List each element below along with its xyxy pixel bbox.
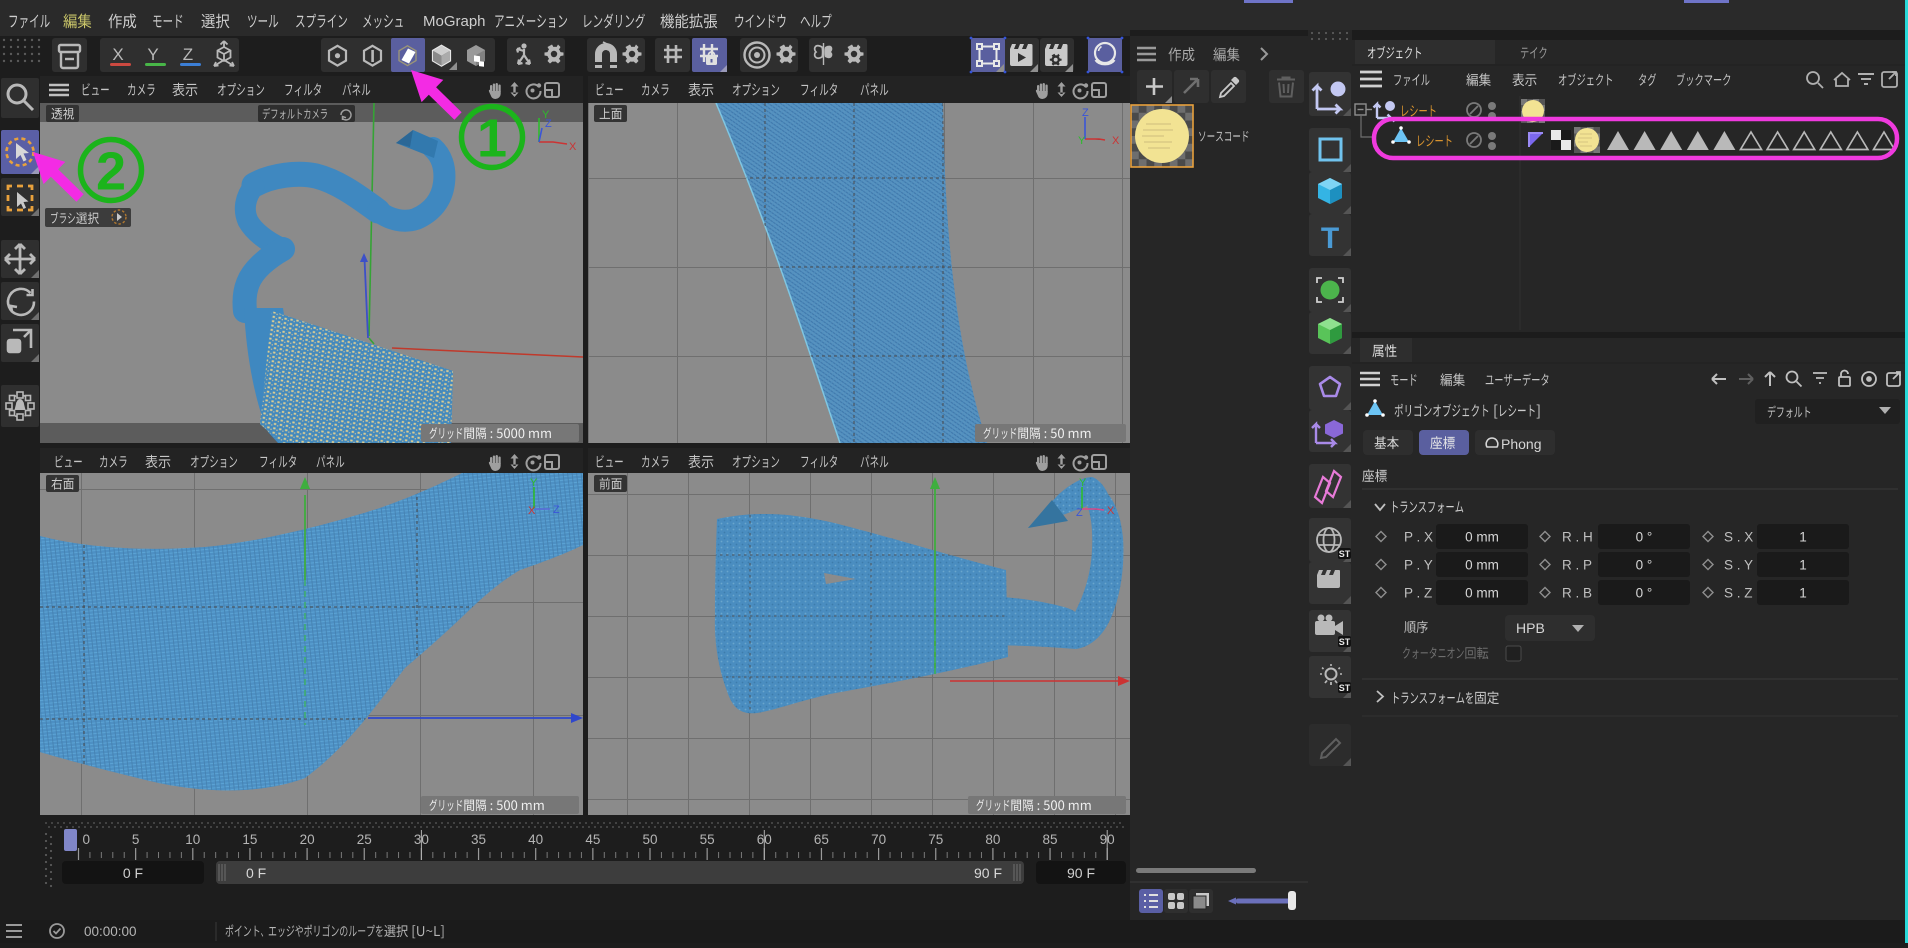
svg-text:X: X [569, 141, 577, 153]
svg-text:R . B: R . B [1562, 586, 1592, 601]
svg-text:0 °: 0 ° [1636, 558, 1653, 573]
svg-text:00:00:00: 00:00:00 [84, 924, 137, 939]
svg-text:Z: Z [1076, 507, 1083, 519]
svg-text:5: 5 [132, 832, 140, 847]
svg-text:50: 50 [642, 832, 657, 847]
svg-text:Z: Z [183, 45, 193, 64]
svg-text:10: 10 [185, 832, 200, 847]
svg-text:S . X: S . X [1724, 530, 1753, 545]
svg-text:S . Y: S . Y [1724, 558, 1753, 573]
svg-text:2: 2 [96, 142, 126, 202]
svg-text:1: 1 [1799, 558, 1807, 573]
svg-text:35: 35 [471, 832, 486, 847]
svg-text:X: X [1107, 505, 1115, 517]
svg-text:65: 65 [814, 832, 829, 847]
svg-text:0 mm: 0 mm [1465, 558, 1499, 573]
svg-text:ST: ST [1339, 683, 1351, 693]
svg-text:0 °: 0 ° [1636, 530, 1653, 545]
svg-text:1: 1 [1799, 530, 1807, 545]
svg-text:80: 80 [985, 832, 1000, 847]
svg-text:Z: Z [1082, 107, 1089, 119]
svg-text:X: X [112, 45, 123, 64]
svg-text:R . H: R . H [1562, 530, 1593, 545]
svg-text:75: 75 [928, 832, 943, 847]
svg-text:Y: Y [1079, 477, 1087, 489]
svg-text:S . Z: S . Z [1724, 586, 1753, 601]
svg-text:70: 70 [871, 832, 886, 847]
svg-text:90 F: 90 F [974, 865, 1002, 881]
svg-text:Y: Y [147, 45, 158, 64]
svg-text:Phong: Phong [1501, 436, 1541, 452]
svg-text:25: 25 [357, 832, 372, 847]
svg-text:P . Y: P . Y [1404, 558, 1433, 573]
svg-text:X: X [528, 505, 536, 517]
svg-text:X: X [1112, 135, 1120, 147]
svg-text:0 °: 0 ° [1636, 586, 1653, 601]
svg-text:90 F: 90 F [1067, 865, 1095, 881]
svg-text:ST: ST [1339, 549, 1351, 559]
svg-text:1: 1 [477, 109, 507, 169]
svg-text:90: 90 [1100, 832, 1115, 847]
svg-text:1: 1 [1799, 586, 1807, 601]
svg-text:HPB: HPB [1516, 620, 1545, 636]
svg-text:Z: Z [553, 504, 560, 516]
svg-text:20: 20 [300, 832, 315, 847]
svg-text:60: 60 [757, 832, 772, 847]
svg-text:0 F: 0 F [246, 865, 266, 881]
svg-text:0 mm: 0 mm [1465, 586, 1499, 601]
svg-text:R . P: R . P [1562, 558, 1592, 573]
svg-text:P . Z: P . Z [1404, 586, 1432, 601]
svg-text:0 F: 0 F [123, 865, 143, 881]
svg-text:ST: ST [1339, 637, 1351, 647]
svg-text:40: 40 [528, 832, 543, 847]
svg-text:85: 85 [1043, 832, 1058, 847]
svg-text:15: 15 [242, 832, 257, 847]
svg-text:MoGraph: MoGraph [423, 13, 486, 30]
svg-text:Y: Y [1078, 135, 1086, 147]
svg-text:0 mm: 0 mm [1465, 530, 1499, 545]
svg-text:30: 30 [414, 832, 429, 847]
svg-text:55: 55 [700, 832, 715, 847]
svg-text:T: T [1321, 222, 1339, 255]
svg-text:45: 45 [585, 832, 600, 847]
svg-text:Y: Y [530, 477, 538, 489]
svg-text:0: 0 [83, 832, 91, 847]
svg-text:Z: Z [545, 118, 552, 130]
svg-text:P . X: P . X [1404, 530, 1433, 545]
